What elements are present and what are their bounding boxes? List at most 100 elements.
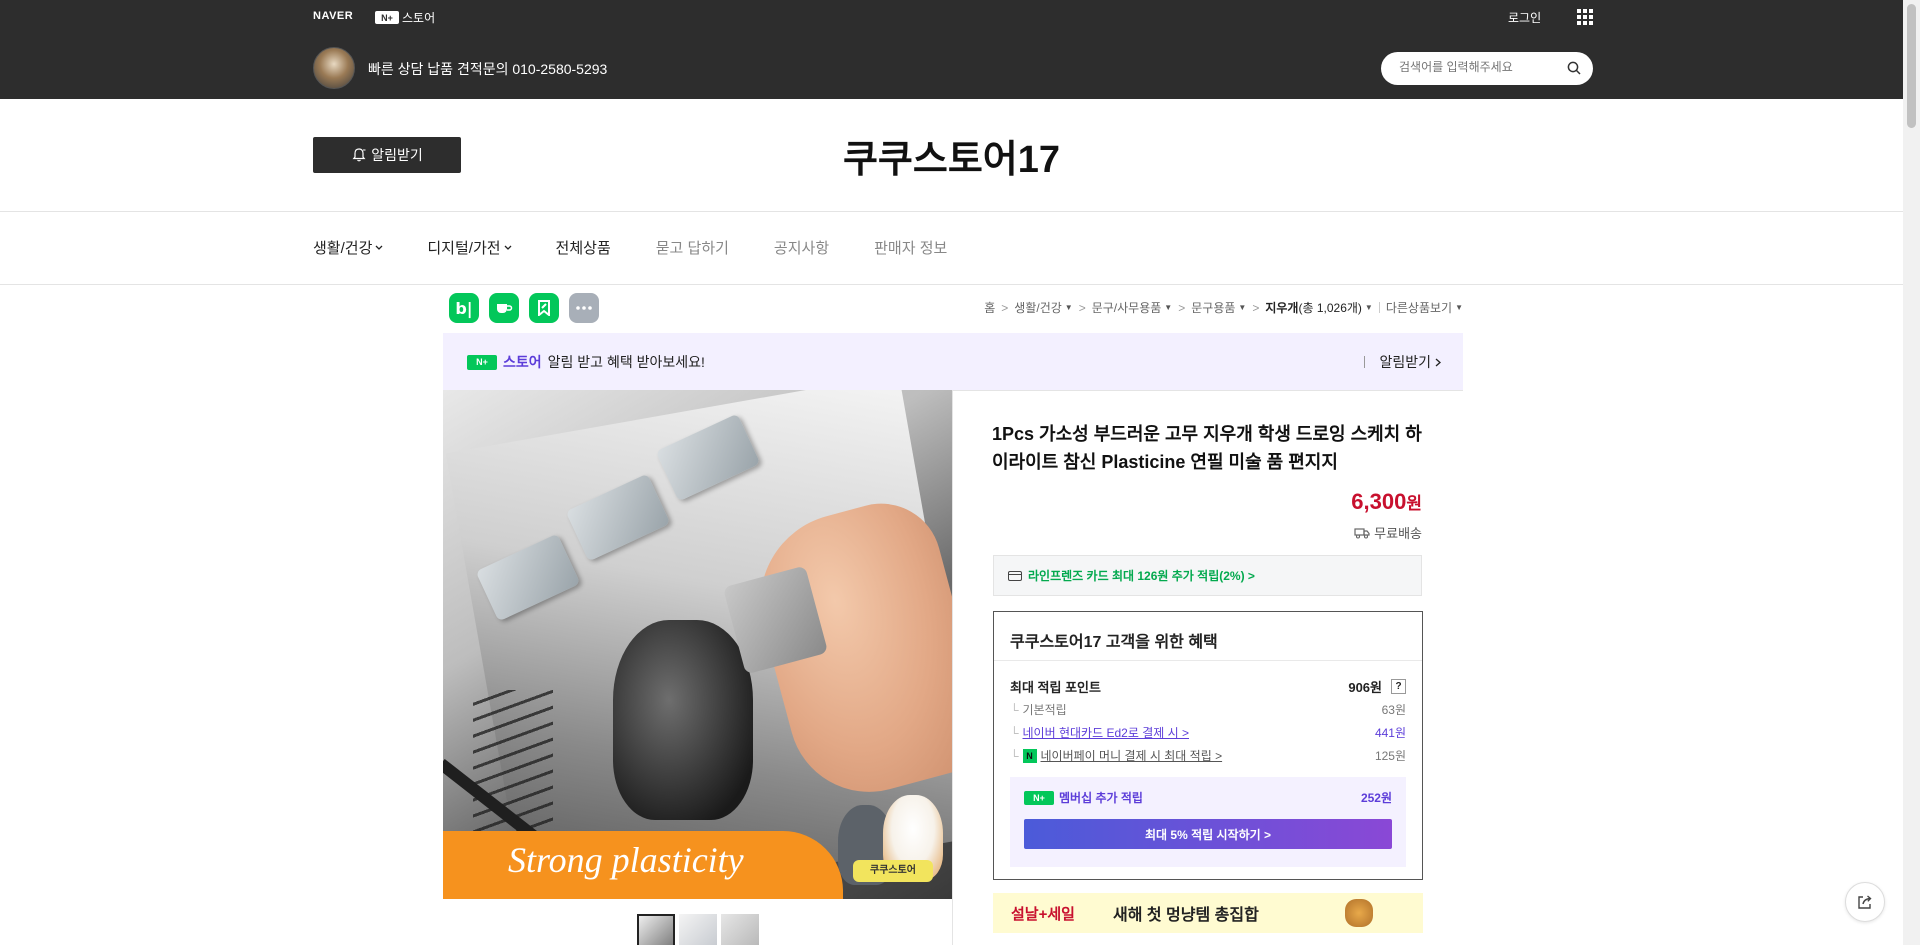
divider [0, 284, 1903, 285]
promo-message: N+ 스토어 알림 받고 혜택 받아보세요! [467, 352, 705, 372]
nav-item-health[interactable]: 생활/건강 [313, 237, 383, 258]
membership-start-button[interactable]: 최대 5% 적립 시작하기 > [1024, 819, 1392, 849]
breadcrumb-separator: > [1078, 300, 1086, 315]
benefits-title: 쿠쿠스토어17 고객을 위한 혜택 [1010, 634, 1218, 651]
app-grid-icon[interactable] [1577, 9, 1593, 25]
divider [952, 390, 953, 945]
image-overlay-text: Strong plasticity [508, 840, 744, 880]
breadcrumb-category-3[interactable]: 문구용품 [1191, 299, 1235, 316]
naver-logo[interactable]: NAVER [313, 10, 353, 22]
breadcrumb-category-1[interactable]: 생활/건강 [1014, 299, 1062, 316]
membership-row: N+ 멤버십 추가 적립 252원 [1024, 789, 1392, 806]
store-tagline: 빠른 상담 납품 견적문의 010-2580-5293 [368, 61, 608, 77]
divider [0, 211, 1903, 212]
naver-store-logo[interactable]: N+ 스토어 [375, 9, 435, 26]
more-icon[interactable] [569, 293, 599, 323]
divider [994, 660, 1422, 661]
search-input[interactable] [1399, 60, 1559, 74]
product-price: 6,300원 [1351, 489, 1422, 515]
divider [1364, 356, 1366, 368]
membership-box: N+ 멤버십 추가 적립 252원 최대 5% 적립 시작하기 > [1010, 777, 1406, 867]
price-value: 6,300 [1351, 489, 1407, 514]
sale-banner[interactable]: 설날+세일 새해 첫 멍냥템 총집합 [993, 893, 1423, 933]
npay-money-link[interactable]: 네이버페이 머니 결제 시 최대 적립 > [1041, 747, 1223, 764]
nav-item-digital[interactable]: 디지털/가전 [427, 237, 512, 258]
nplus-badge: N+ [1024, 790, 1054, 805]
hyundai-card-row: └ 네이버 현대카드 Ed2로 결제 시 > 441원 [1010, 724, 1406, 741]
promo-store-word: 스토어 [503, 354, 542, 370]
promo-notify-label: 알림받기 [1379, 354, 1431, 370]
dots-icon [576, 306, 592, 310]
caret-down-icon[interactable]: ▼ [1455, 303, 1463, 312]
caret-down-icon[interactable]: ▼ [1164, 303, 1172, 312]
nav-item-qna[interactable]: 묻고 답하기 [656, 237, 729, 258]
thumbnail[interactable] [721, 914, 759, 945]
breadcrumb-separator: > [1178, 300, 1186, 315]
other-products-link[interactable]: 다른상품보기 [1386, 299, 1452, 316]
divider [952, 390, 1463, 391]
search-icon[interactable] [1567, 61, 1581, 75]
nav-item-notice[interactable]: 공지사항 [774, 237, 829, 258]
scrollbar[interactable] [1903, 0, 1920, 945]
customer-benefits-box: 쿠쿠스토어17 고객을 위한 혜택 최대 적립 포인트 906원 ? └ 기본적립… [993, 611, 1423, 880]
price-unit: 원 [1406, 494, 1422, 513]
card-benefit-text: 라인프렌즈 카드 최대 126원 추가 적립(2%) > [1028, 569, 1255, 583]
nav-label: 생활/건강 [313, 240, 373, 257]
share-icons: b| [449, 293, 599, 323]
breadcrumb-home[interactable]: 홈 [984, 299, 995, 316]
thumbnail[interactable] [679, 914, 717, 945]
pet-item-image [1345, 899, 1373, 927]
cat-label: 쿠쿠스토어 [853, 860, 933, 882]
category-nav: 생활/건강 디지털/가전 전체상품 묻고 답하기 공지사항 판매자 정보 [313, 237, 947, 258]
product-main-image[interactable]: Strong plasticity 쿠쿠스토어 [443, 390, 952, 899]
cup-icon [497, 304, 513, 313]
nav-label: 디지털/가전 [427, 240, 501, 257]
credit-card-icon [1008, 570, 1022, 581]
nav-item-all-products[interactable]: 전체상품 [556, 237, 611, 258]
breadcrumb-count: (총 1,026개) [1298, 301, 1362, 315]
sale-tag: 설날+세일 [1011, 905, 1075, 923]
caret-down-icon[interactable]: ▼ [1365, 303, 1373, 312]
product-title: 1Pcs 가소성 부드러운 고무 지우개 학생 드로잉 스케치 하이라이트 참신… [992, 424, 1422, 472]
share-button[interactable] [1845, 882, 1885, 922]
hyundai-card-link[interactable]: 네이버 현대카드 Ed2로 결제 시 > [1023, 724, 1189, 741]
membership-label: 멤버십 추가 적립 [1059, 791, 1143, 805]
max-points-row: 최대 적립 포인트 906원 ? [1010, 677, 1406, 696]
breadcrumb: 홈 > 생활/건강 ▼ > 문구/사무용품 ▼ > 문구용품 ▼ > 지우개 (총 1,… [984, 299, 1463, 316]
shipping-label: 무료배송 [1374, 526, 1422, 541]
card-benefit-banner[interactable]: 라인프렌즈 카드 최대 126원 추가 적립(2%) > [993, 555, 1422, 596]
help-icon[interactable]: ? [1391, 679, 1406, 694]
cafe-icon[interactable] [489, 293, 519, 323]
scrollbar-thumb[interactable] [1907, 4, 1916, 128]
page: NAVER N+ 스토어 로그인 빠른 상담 납품 견적문의 010-2580-… [0, 0, 1903, 945]
vase-drawing [613, 620, 753, 820]
login-link[interactable]: 로그인 [1508, 9, 1541, 26]
max-points-label: 최대 적립 포인트 [1010, 680, 1101, 695]
bookmark-pen-icon [538, 300, 550, 316]
breadcrumb-category-4[interactable]: 지우개 [1265, 299, 1298, 316]
breadcrumb-separator: > [1001, 300, 1009, 315]
npay-icon: N [1022, 748, 1037, 763]
promo-notify-link[interactable]: 알림받기 [1364, 352, 1441, 372]
caret-down-icon[interactable]: ▼ [1238, 303, 1246, 312]
shipping-info: 무료배송 [1354, 523, 1422, 542]
bookmark-icon[interactable] [529, 293, 559, 323]
thumbnail[interactable] [637, 914, 675, 945]
breadcrumb-category-2[interactable]: 문구/사무용품 [1092, 299, 1162, 316]
chevron-down-icon [375, 245, 383, 250]
tree-branch-icon: └ [1010, 702, 1019, 717]
store-name-heading[interactable]: 쿠쿠스토어17 [0, 128, 1903, 183]
basic-points-value: 63원 [1381, 703, 1406, 717]
max-points-value: 906원 [1348, 680, 1382, 695]
caret-down-icon[interactable]: ▼ [1065, 303, 1073, 312]
basic-points-label: 기본적립 [1022, 703, 1067, 717]
hyundai-card-value: 441원 [1374, 726, 1406, 740]
blog-icon[interactable]: b| [449, 293, 479, 323]
basic-points-row: └ 기본적립 63원 [1010, 701, 1406, 718]
store-avatar[interactable] [313, 47, 355, 89]
top-header: NAVER N+ 스토어 로그인 빠른 상담 납품 견적문의 010-2580-… [0, 0, 1903, 99]
sale-text: 새해 첫 멍냥템 총집합 [1112, 907, 1259, 924]
chevron-right-icon [1435, 358, 1441, 366]
nav-item-seller-info[interactable]: 판매자 정보 [874, 237, 947, 258]
npay-money-row: └ N 네이버페이 머니 결제 시 최대 적립 > 125원 [1010, 747, 1406, 764]
